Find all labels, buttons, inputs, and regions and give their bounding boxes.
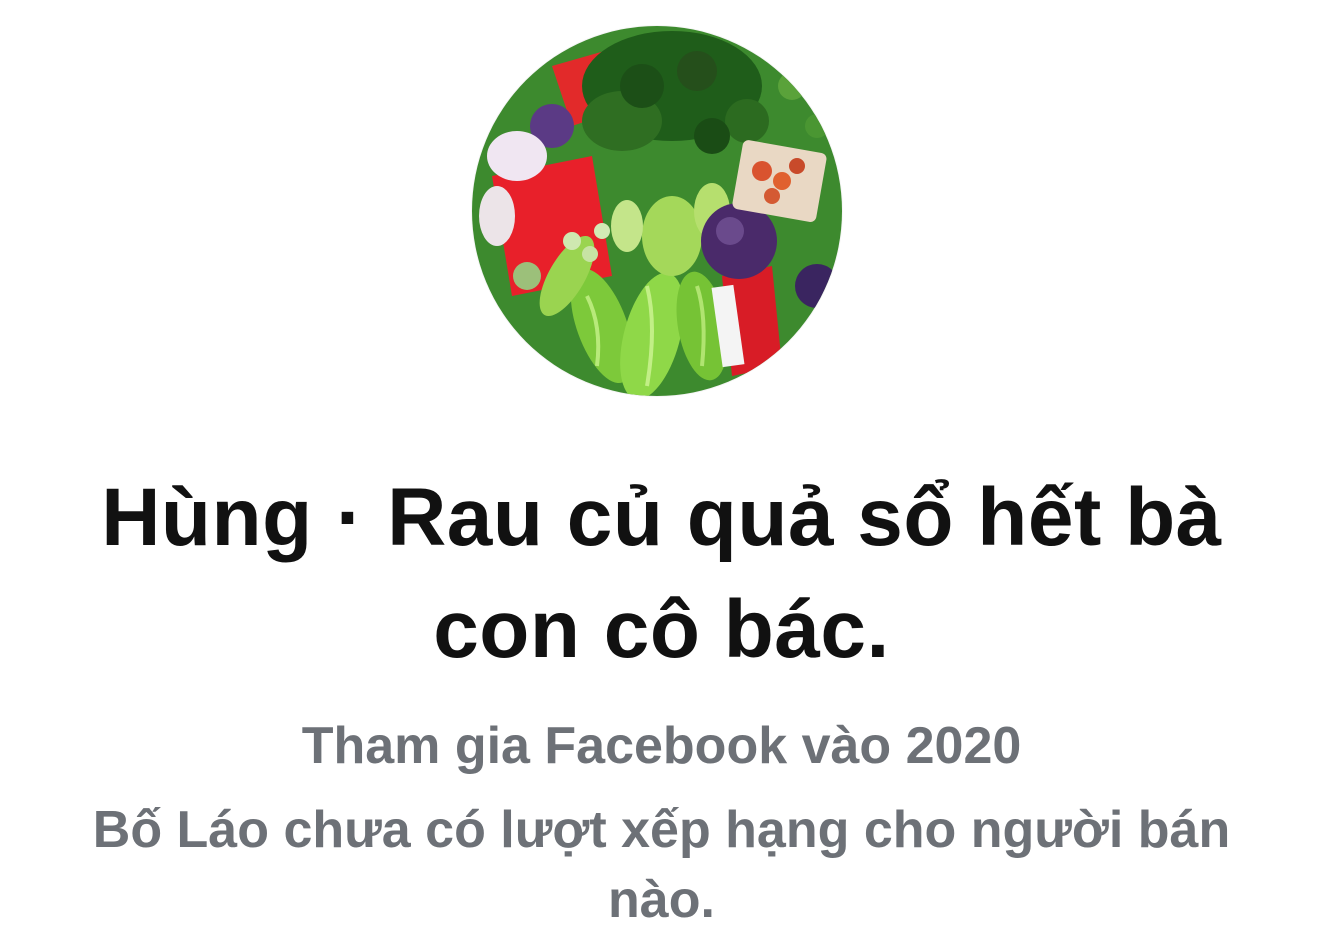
profile-avatar[interactable] [472, 26, 842, 396]
profile-name: Hùng · Rau củ quả sổ hết bà con cô bác. [101, 472, 1222, 675]
seller-rating-text: Bố Láo chưa có lượt xếp hạng cho người b… [92, 801, 1231, 929]
joined-facebook-text: Tham gia Facebook vào 2020 [301, 717, 1022, 775]
vegetables-photo-avatar [472, 26, 842, 396]
profile-screen: Hùng · Rau củ quả sổ hết bà con cô bác. … [0, 0, 1323, 930]
